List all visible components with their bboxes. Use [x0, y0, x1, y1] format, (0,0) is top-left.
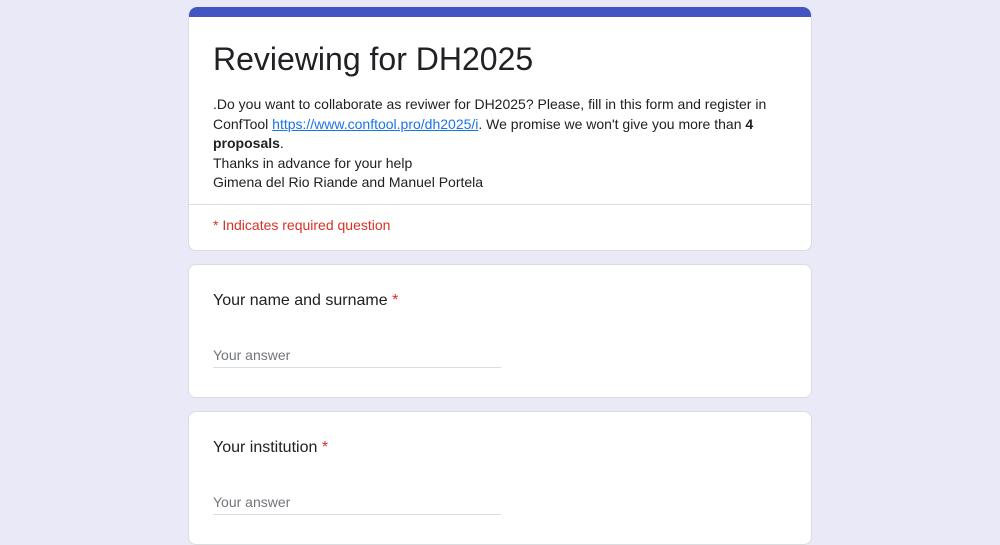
- form-container: Reviewing for DH2025 .Do you want to col…: [188, 7, 812, 545]
- question-label: Your institution *: [213, 438, 328, 458]
- required-asterisk: *: [321, 439, 329, 456]
- question-text: Your name and surname: [213, 292, 388, 309]
- description-thanks: Thanks in advance for your help: [213, 154, 413, 171]
- institution-input[interactable]: [213, 490, 501, 515]
- question-label: Your name and surname *: [213, 291, 398, 311]
- form-header-card: Reviewing for DH2025 .Do you want to col…: [188, 7, 812, 251]
- description-text-cont: . We promise we won't give you more than: [478, 115, 746, 132]
- question-card-name: Your name and surname *: [188, 264, 812, 398]
- header-accent-bar: [189, 7, 811, 17]
- required-asterisk: *: [392, 292, 399, 309]
- question-text: Your institution: [213, 439, 318, 456]
- description-period: .: [279, 135, 284, 151]
- name-surname-input[interactable]: [213, 343, 501, 368]
- form-description: .Do you want to collaborate as reviwer f…: [189, 81, 811, 193]
- required-note: * Indicates required question: [213, 217, 391, 233]
- conftool-link[interactable]: https://www.conftool.pro/dh2025/i: [272, 116, 478, 132]
- form-title: Reviewing for DH2025: [213, 41, 534, 77]
- description-signature: Gimena del Rio Riande and Manuel Portela: [213, 174, 484, 190]
- header-divider: [189, 204, 811, 205]
